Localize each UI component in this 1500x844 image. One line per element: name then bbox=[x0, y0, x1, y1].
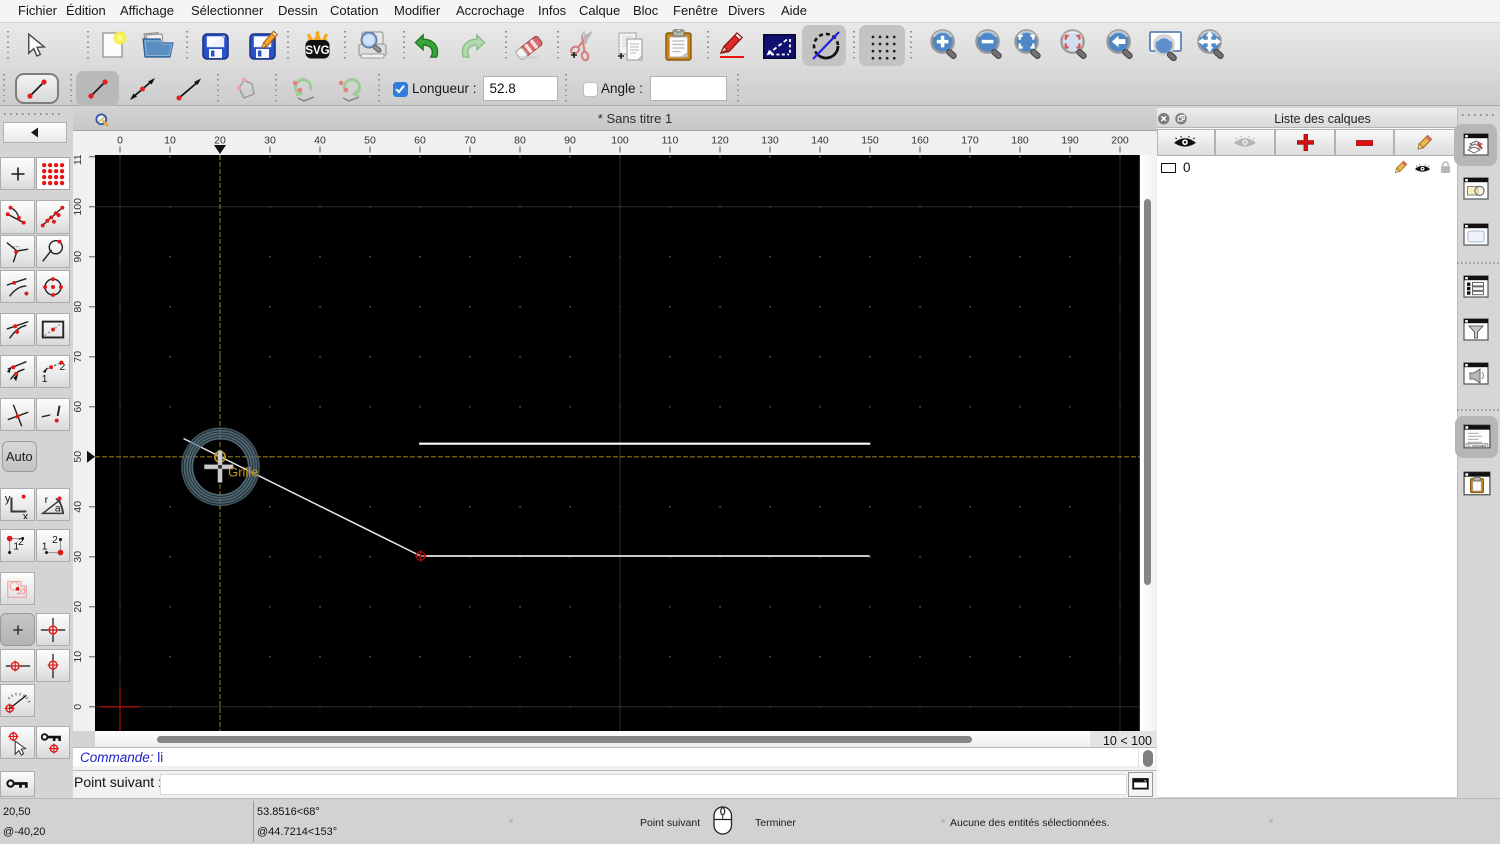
svg-text:10: 10 bbox=[73, 651, 84, 663]
svg-text:80: 80 bbox=[73, 301, 84, 313]
svg-text:140: 140 bbox=[811, 135, 829, 147]
svg-text:a: a bbox=[55, 503, 61, 514]
svg-text:SVG: SVG bbox=[305, 45, 329, 57]
svg-text:0: 0 bbox=[117, 135, 123, 147]
svg-text:40: 40 bbox=[73, 501, 84, 513]
svg-text:70: 70 bbox=[464, 135, 476, 147]
svg-text:60: 60 bbox=[414, 135, 426, 147]
svg-text:90: 90 bbox=[73, 251, 84, 263]
svg-text:120: 120 bbox=[711, 135, 729, 147]
svg-text:110: 110 bbox=[73, 155, 84, 165]
svg-text:110: 110 bbox=[661, 135, 678, 147]
svg-text:r: r bbox=[45, 495, 49, 506]
svg-text:40: 40 bbox=[314, 135, 326, 147]
svg-text:0: 0 bbox=[73, 704, 84, 710]
svg-text:C: command: C: command bbox=[1467, 444, 1485, 448]
svg-text:70: 70 bbox=[73, 351, 84, 363]
svg-text:150: 150 bbox=[861, 135, 879, 147]
svg-text:100: 100 bbox=[73, 198, 84, 216]
svg-text:50: 50 bbox=[73, 451, 84, 463]
svg-text:190: 190 bbox=[1061, 135, 1079, 147]
svg-text:1: 1 bbox=[42, 374, 48, 385]
svg-text:130: 130 bbox=[761, 135, 779, 147]
svg-text:30: 30 bbox=[73, 551, 84, 563]
svg-text:30: 30 bbox=[264, 135, 276, 147]
svg-text:90: 90 bbox=[564, 135, 576, 147]
svg-text:2: 2 bbox=[18, 537, 24, 548]
svg-text:170: 170 bbox=[961, 135, 979, 147]
svg-text:20: 20 bbox=[73, 601, 84, 613]
svg-text:80: 80 bbox=[514, 135, 526, 147]
svg-text:60: 60 bbox=[73, 401, 84, 413]
svg-text:1: 1 bbox=[42, 541, 48, 552]
svg-text:100: 100 bbox=[611, 135, 629, 147]
svg-text:160: 160 bbox=[911, 135, 929, 147]
svg-text:y: y bbox=[4, 493, 10, 505]
svg-text:20: 20 bbox=[214, 135, 226, 147]
svg-text:10: 10 bbox=[164, 135, 176, 147]
svg-text:2: 2 bbox=[52, 535, 58, 546]
svg-text:200: 200 bbox=[1111, 135, 1129, 147]
svg-text:50: 50 bbox=[364, 135, 376, 147]
svg-text:180: 180 bbox=[1011, 135, 1029, 147]
svg-text:x: x bbox=[22, 511, 28, 519]
svg-text:Grille: Grille bbox=[228, 464, 258, 479]
